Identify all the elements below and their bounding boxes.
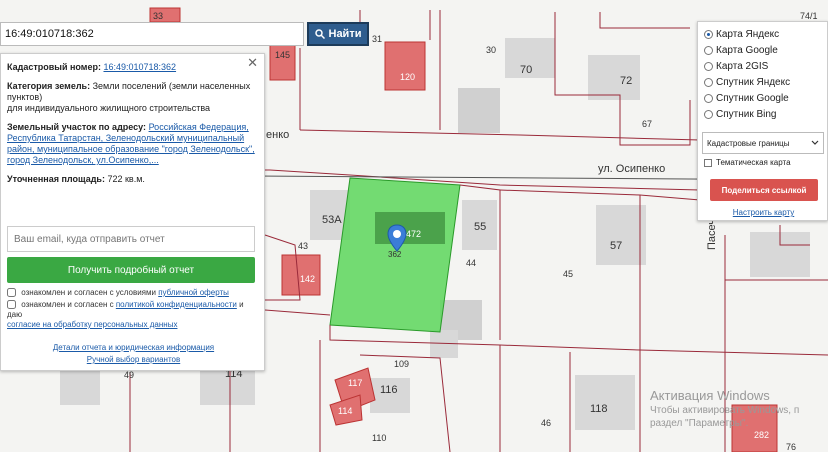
get-report-button[interactable]: Получить подробный отчет [7, 257, 255, 283]
thematic-map-toggle[interactable]: Тематическая карта [704, 158, 791, 167]
layer-option-yandex-map[interactable]: Карта Яндекс [704, 26, 821, 42]
layer-option-label: Карта Яндекс [716, 28, 780, 40]
offer-agreement-text: ознакомлен и согласен с условиями [21, 288, 156, 297]
map-number-label: 74/1 [800, 11, 818, 21]
offer-link[interactable]: публичной оферты [158, 288, 229, 297]
map-number-label: 44 [466, 258, 477, 268]
layer-option-bing-satellite[interactable]: Спутник Bing [704, 106, 821, 122]
layer-option-google-map[interactable]: Карта Google [704, 42, 821, 58]
map-number-label: 142 [300, 274, 316, 284]
map-number-label: 70 [520, 64, 533, 76]
street-label-osipenko: ул. Осипенко [598, 163, 666, 175]
radio-icon [704, 109, 713, 119]
radio-icon [704, 77, 713, 87]
map-number-label: 57 [610, 240, 623, 252]
report-details-link[interactable]: Детали отчета и юридическая информация [1, 342, 266, 354]
map-number-label: 114 [338, 406, 353, 416]
privacy-policy-link[interactable]: политикой конфиденциальности [116, 300, 237, 309]
search-button-label: Найти [328, 28, 362, 40]
privacy-checkbox[interactable] [7, 300, 16, 310]
map-number-label: 33 [153, 11, 164, 21]
chevron-down-icon [811, 140, 819, 145]
map-number-label: 46 [541, 418, 552, 428]
map-number-label: 67 [642, 119, 653, 129]
map-number-label: 110 [372, 433, 387, 443]
share-link-button[interactable]: Поделиться ссылкой [710, 179, 818, 201]
boundaries-select-value: Кадастровые границы [707, 138, 790, 148]
watermark-line: Чтобы активировать Windows, п [650, 405, 800, 416]
map-number-label: 49 [124, 370, 135, 380]
manual-select-link[interactable]: Ручной выбор вариантов [1, 354, 266, 366]
parcel-info-panel: ✕ Кадастровый номер: 16:49:010718:362 Ка… [0, 53, 265, 371]
area-value: 722 кв.м. [107, 174, 145, 184]
search-icon [314, 29, 325, 39]
layer-option-label: Карта 2GIS [716, 60, 769, 72]
layer-option-label: Спутник Google [716, 92, 789, 104]
map-number-label: 55 [474, 221, 487, 233]
map-number-label: 45 [563, 269, 574, 279]
radio-selected-icon [704, 29, 713, 39]
privacy-agreement-text: ознакомлен и согласен с [21, 300, 114, 309]
cadastral-label: Кадастровый номер: [7, 62, 101, 72]
privacy-agreement: ознакомлен и согласен с политикой конфид… [7, 300, 257, 330]
map-number-label: 117 [348, 378, 363, 388]
watermark-title: Активация Windows [650, 388, 770, 403]
radio-icon [704, 93, 713, 103]
category-use: для индивидуального жилищного строительс… [7, 103, 211, 113]
layer-option-label: Спутник Bing [716, 108, 777, 120]
radio-icon [704, 45, 713, 55]
panel-links: Детали отчета и юридическая информация Р… [1, 342, 266, 366]
email-field[interactable] [7, 226, 255, 252]
street-label-partial: енко [266, 129, 290, 141]
cadastral-number-link[interactable]: 16:49:010718:362 [103, 62, 176, 72]
map-number-label: 30 [486, 45, 497, 55]
address-label: Земельный участок по адресу: [7, 122, 147, 132]
watermark-line: раздел "Параметры". [650, 418, 749, 429]
map-number-label: 31 [372, 34, 383, 44]
map-number-label: 76 [786, 442, 797, 452]
area-label: Уточненная площадь: [7, 174, 105, 184]
checkbox-icon [704, 158, 712, 167]
layer-option-label: Карта Google [716, 44, 778, 56]
boundaries-select[interactable]: Кадастровые границы [702, 132, 824, 154]
map-number-label: 118 [590, 403, 608, 415]
configure-map-link[interactable]: Настроить карту [698, 208, 828, 217]
map-number-label: 116 [380, 384, 398, 396]
map-number-label: 145 [275, 50, 291, 60]
location-pin-icon[interactable] [387, 224, 407, 252]
layer-option-yandex-satellite[interactable]: Спутник Яндекс [704, 74, 821, 90]
offer-agreement: ознакомлен и согласен с условиями публич… [7, 288, 257, 298]
search-button[interactable]: Найти [307, 22, 369, 46]
personal-data-consent-link[interactable]: согласие на обработку персональных данны… [7, 320, 177, 329]
map-number-label: 53А [322, 214, 342, 226]
map-number-label: 109 [394, 359, 410, 369]
offer-checkbox[interactable] [7, 288, 16, 298]
layer-option-label: Спутник Яндекс [716, 76, 791, 88]
map-number-label: 472 [406, 229, 422, 239]
layer-option-google-satellite[interactable]: Спутник Google [704, 90, 821, 106]
layer-option-2gis-map[interactable]: Карта 2GIS [704, 58, 821, 74]
map-number-label: 282 [754, 430, 770, 440]
search-input[interactable] [1, 23, 303, 45]
map-number-label: 72 [620, 75, 633, 87]
radio-icon [704, 61, 713, 71]
close-icon[interactable]: ✕ [247, 56, 258, 69]
windows-activation-watermark: Активация Windows Чтобы активировать Win… [650, 388, 799, 430]
category-label: Категория земель: [7, 81, 91, 91]
map-number-label: 120 [400, 72, 416, 82]
map-number-label: 43 [298, 241, 309, 251]
map-layers-panel: Карта Яндекс Карта Google Карта 2GIS Спу… [697, 21, 828, 221]
thematic-map-label: Тематическая карта [716, 158, 791, 167]
search-bar [0, 22, 304, 46]
